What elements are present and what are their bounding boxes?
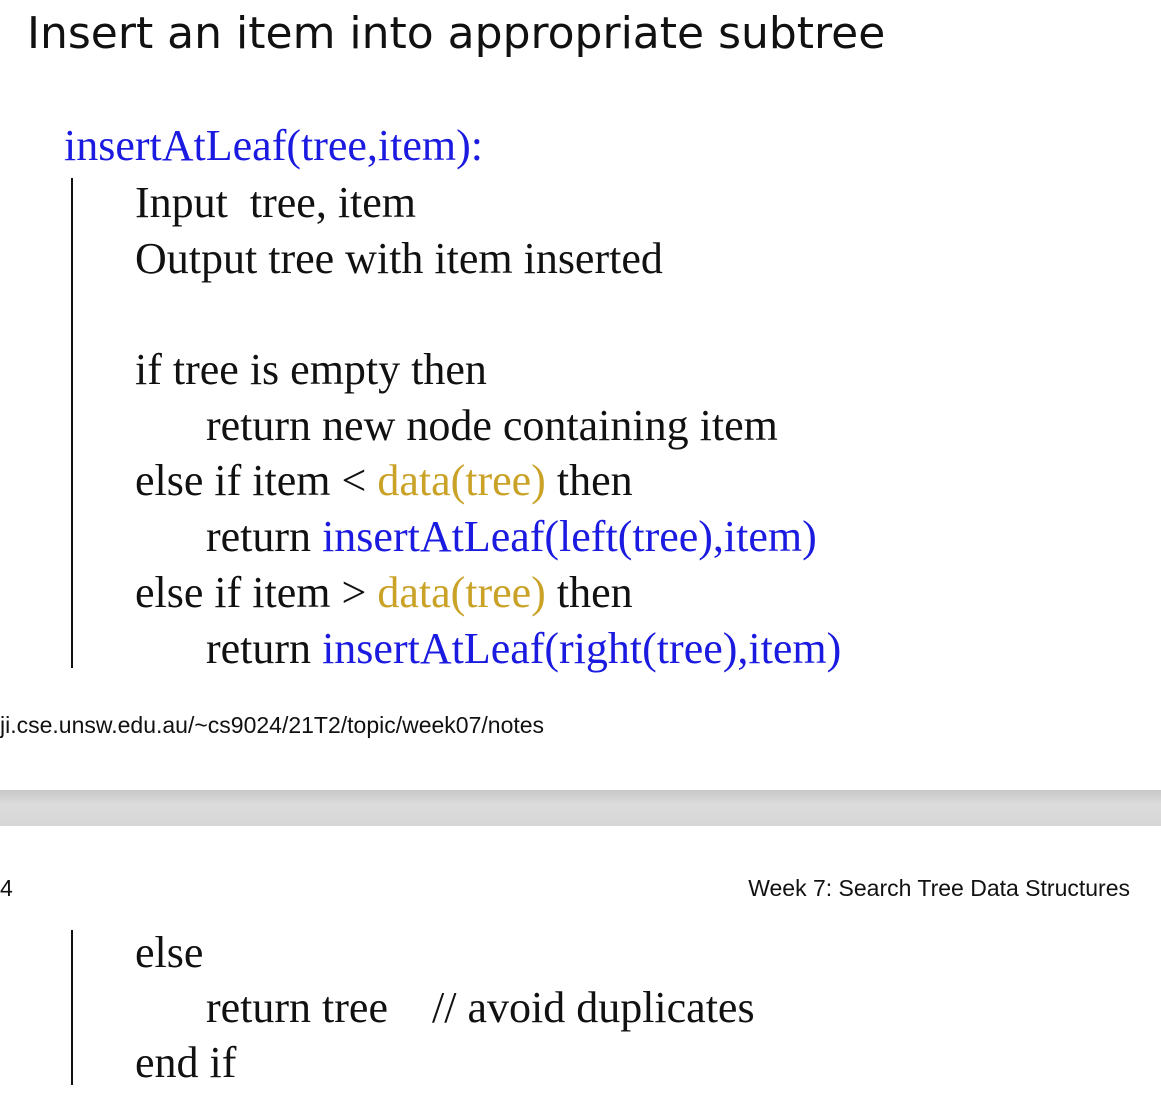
return-right-line: return insertAtLeaf(right(tree),item) [206,621,841,677]
function-signature: insertAtLeaf(tree,item): [64,121,484,170]
else-if-greater-line: else if item > data(tree) then [135,565,633,621]
else-if-less-line: else if item < data(tree) then [135,453,633,509]
block-guide-line [71,930,73,1085]
return-keyword: return [206,512,323,561]
else-if-greater-keyword: else if item > [135,568,378,617]
then-keyword: then [545,568,633,617]
return-tree-line: return tree // avoid duplicates [206,983,755,1032]
slide-title: Insert an item into appropriate subtree [27,8,886,59]
if-empty-line: if tree is empty then [135,345,487,394]
page-number: 4 [0,875,13,901]
else-line: else [135,928,204,977]
insert-right-call: insertAtLeaf(right(tree),item) [322,624,842,673]
data-tree-call: data(tree) [377,456,546,505]
output-line: Output tree with item inserted [135,234,663,283]
else-if-less-keyword: else if item < [135,456,378,505]
source-url[interactable]: ji.cse.unsw.edu.au/~cs9024/21T2/topic/we… [0,712,544,739]
data-tree-call: data(tree) [377,568,546,617]
input-line: Input tree, item [135,178,417,227]
return-left-line: return insertAtLeaf(left(tree),item) [206,509,817,565]
then-keyword: then [545,456,633,505]
return-new-line: return new node containing item [206,401,778,450]
end-if-line: end if [135,1038,237,1087]
insert-left-call: insertAtLeaf(left(tree),item) [322,512,817,561]
block-guide-line [71,178,73,668]
return-keyword: return [206,624,323,673]
document-header: Week 7: Search Tree Data Structures [748,875,1130,901]
page-separator [0,790,1161,826]
